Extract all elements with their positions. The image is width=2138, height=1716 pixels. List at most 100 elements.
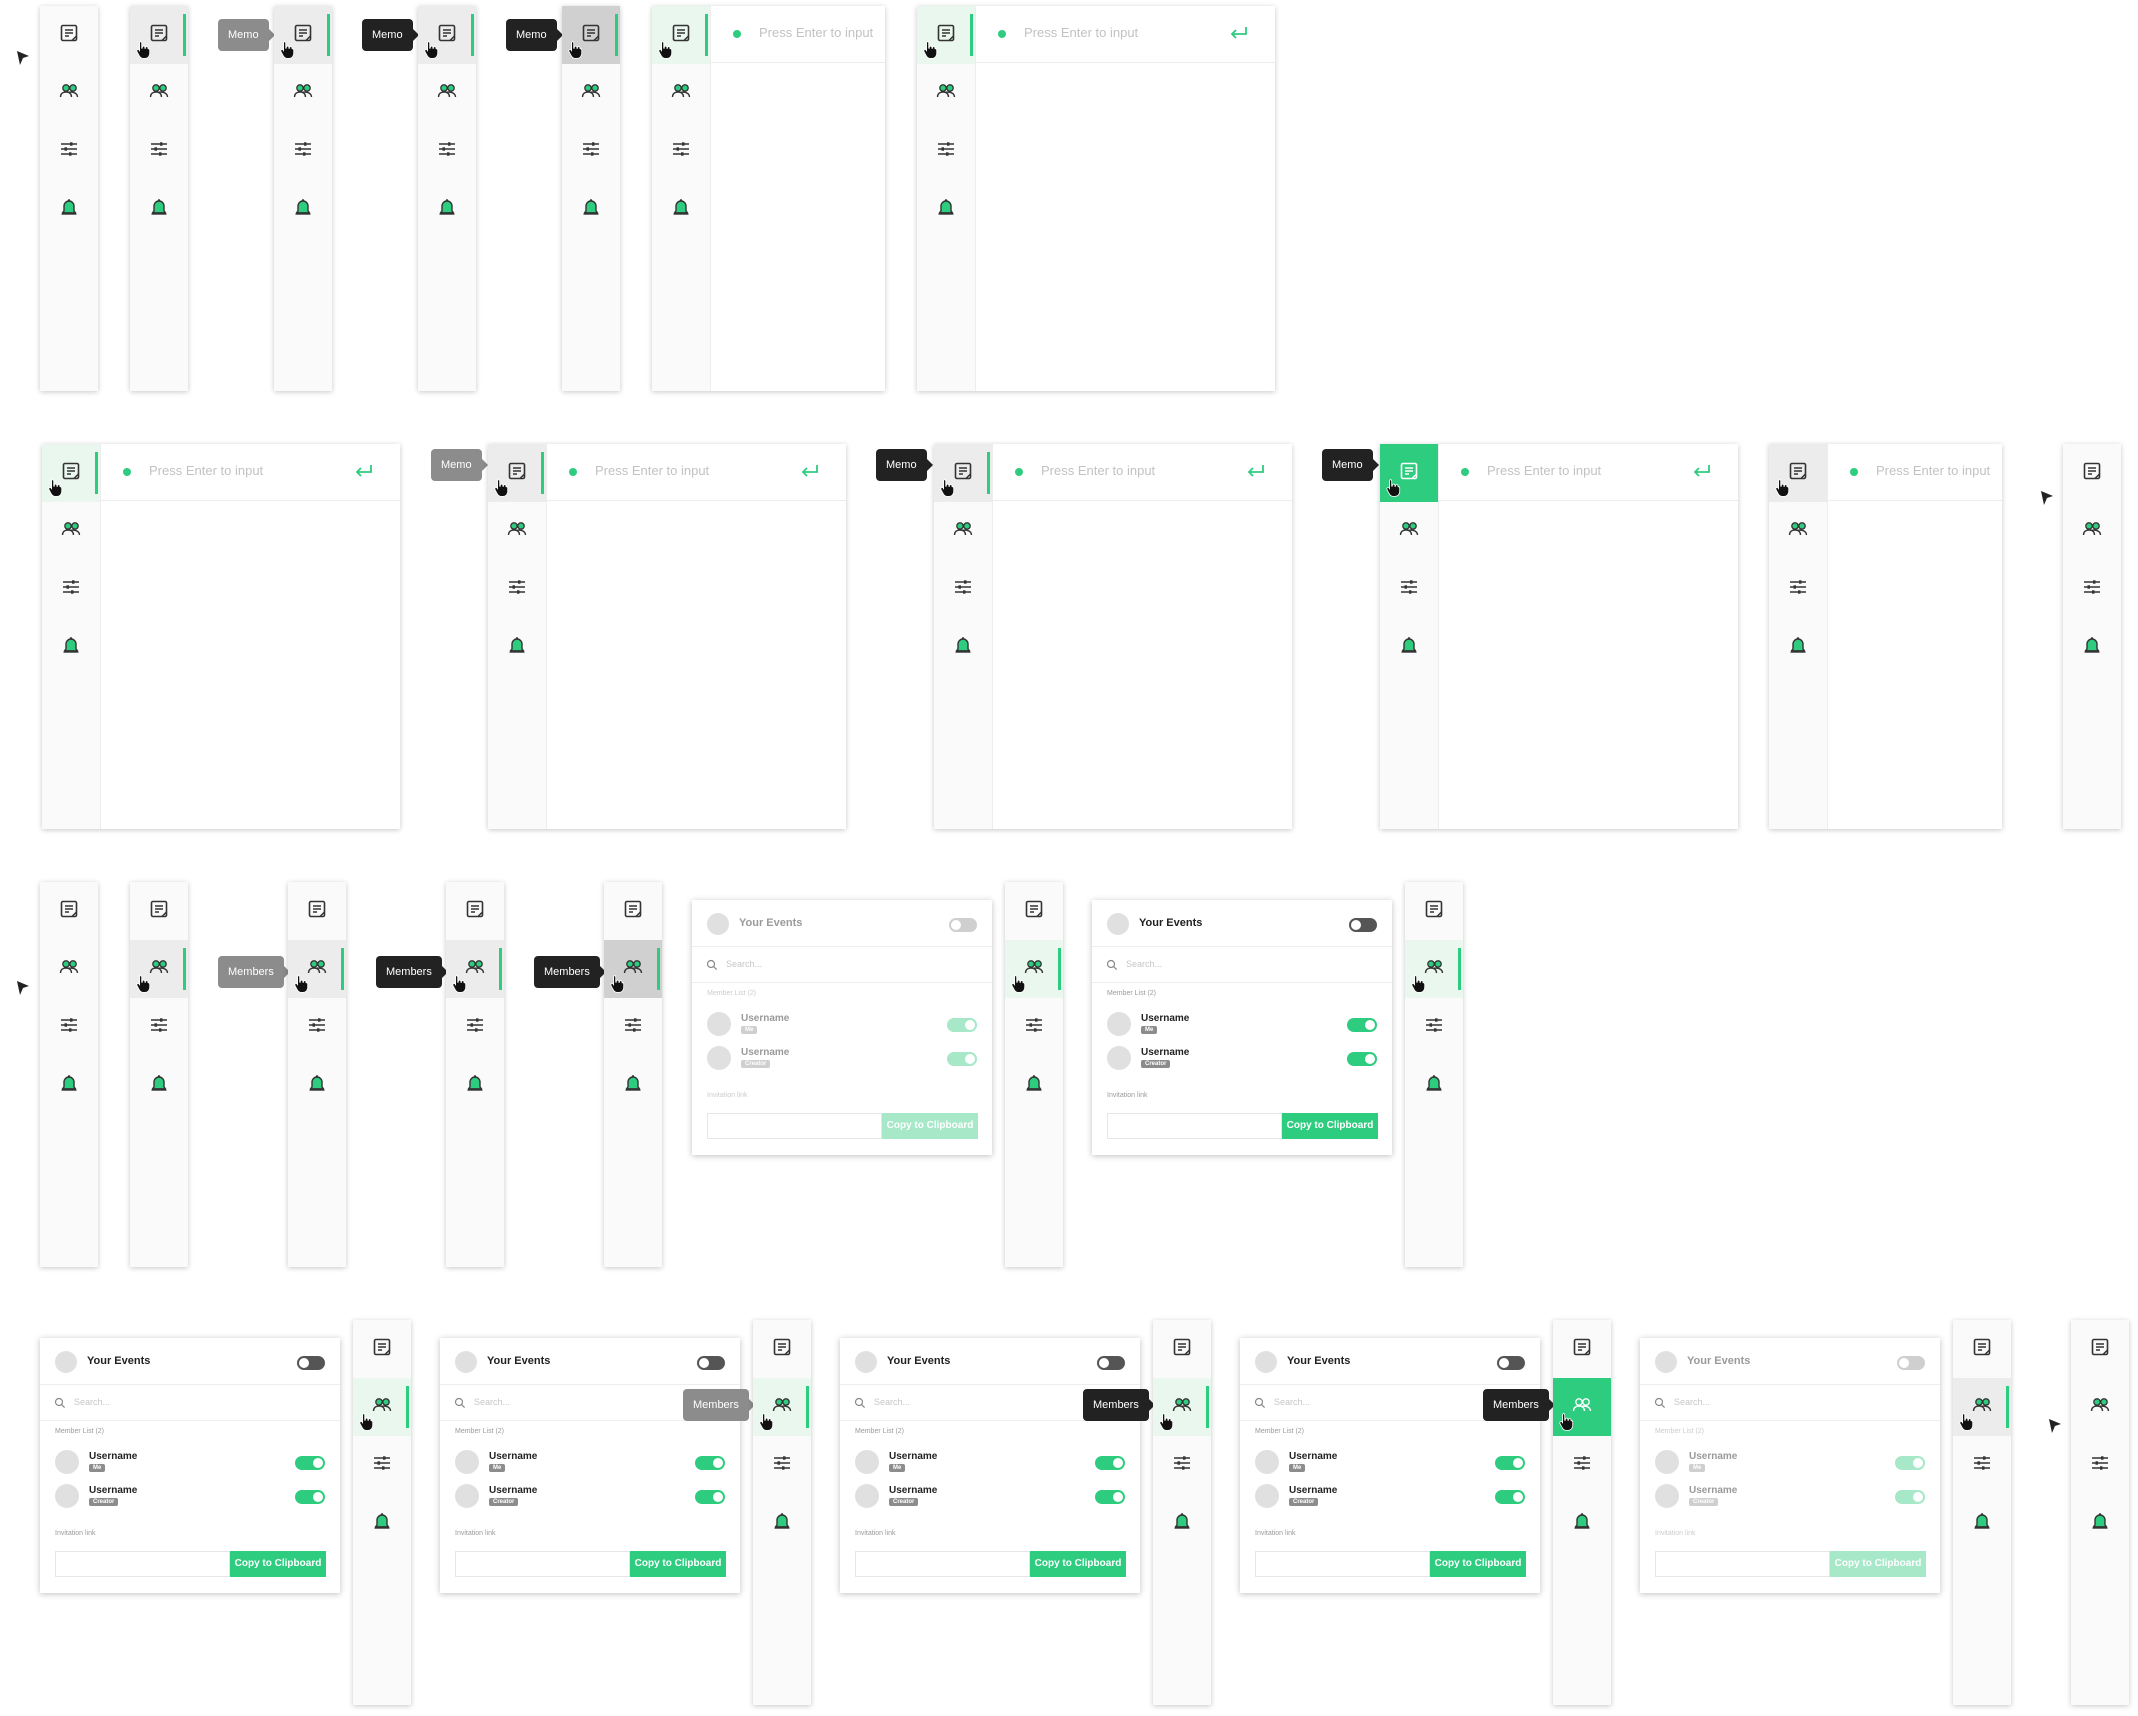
settings-button[interactable] xyxy=(934,560,992,618)
invitation-link-field[interactable] xyxy=(455,1551,630,1577)
memo-input-bar[interactable]: Press Enter to input xyxy=(1439,444,1738,501)
copy-to-clipboard-button[interactable]: Copy to Clipboard xyxy=(230,1551,326,1577)
notifications-button[interactable] xyxy=(418,180,476,238)
memo-button[interactable] xyxy=(2063,444,2121,502)
memo-input-bar[interactable]: Press Enter to input xyxy=(1828,444,2002,501)
members-button[interactable] xyxy=(130,64,188,122)
memo-button[interactable] xyxy=(40,6,98,64)
member-toggle[interactable] xyxy=(295,1490,325,1504)
events-toggle[interactable] xyxy=(1897,1356,1925,1370)
invitation-link-field[interactable] xyxy=(707,1113,882,1139)
notifications-button[interactable] xyxy=(488,618,546,676)
notifications-button[interactable] xyxy=(2063,618,2121,676)
settings-button[interactable] xyxy=(488,560,546,618)
member-toggle[interactable] xyxy=(695,1456,725,1470)
member-toggle[interactable] xyxy=(947,1052,977,1066)
settings-button[interactable] xyxy=(353,1436,411,1494)
memo-button[interactable] xyxy=(40,882,98,940)
memo-button[interactable] xyxy=(446,882,504,940)
notifications-button[interactable] xyxy=(652,180,710,238)
copy-to-clipboard-button[interactable]: Copy to Clipboard xyxy=(630,1551,726,1577)
members-button[interactable] xyxy=(2071,1378,2129,1436)
events-toggle[interactable] xyxy=(949,918,977,932)
settings-button[interactable] xyxy=(40,998,98,1056)
memo-input-bar[interactable]: Press Enter to input xyxy=(976,6,1275,63)
invitation-link-field[interactable] xyxy=(1255,1551,1430,1577)
member-toggle[interactable] xyxy=(1895,1456,1925,1470)
settings-button[interactable] xyxy=(917,122,975,180)
settings-button[interactable] xyxy=(604,998,662,1056)
member-toggle[interactable] xyxy=(1495,1490,1525,1504)
notifications-button[interactable] xyxy=(274,180,332,238)
member-toggle[interactable] xyxy=(695,1490,725,1504)
notifications-button[interactable] xyxy=(288,1056,346,1114)
settings-button[interactable] xyxy=(130,998,188,1056)
settings-button[interactable] xyxy=(274,122,332,180)
search-input[interactable]: Search... xyxy=(74,1397,110,1407)
search-input[interactable]: Search... xyxy=(474,1397,510,1407)
members-button[interactable] xyxy=(40,64,98,122)
events-toggle[interactable] xyxy=(1349,918,1377,932)
memo-input-bar[interactable]: Press Enter to input xyxy=(711,6,885,63)
settings-button[interactable] xyxy=(1769,560,1827,618)
settings-button[interactable] xyxy=(1380,560,1438,618)
members-button[interactable] xyxy=(934,502,992,560)
events-toggle[interactable] xyxy=(1097,1356,1125,1370)
enter-return-icon[interactable] xyxy=(1227,24,1249,44)
search-input[interactable]: Search... xyxy=(726,959,762,969)
notifications-button[interactable] xyxy=(40,1056,98,1114)
member-toggle[interactable] xyxy=(295,1456,325,1470)
notifications-button[interactable] xyxy=(42,618,100,676)
events-toggle[interactable] xyxy=(1497,1356,1525,1370)
member-toggle[interactable] xyxy=(1495,1456,1525,1470)
settings-button[interactable] xyxy=(130,122,188,180)
settings-button[interactable] xyxy=(1553,1436,1611,1494)
settings-button[interactable] xyxy=(418,122,476,180)
notifications-button[interactable] xyxy=(562,180,620,238)
enter-return-icon[interactable] xyxy=(798,462,820,482)
members-button[interactable] xyxy=(40,940,98,998)
settings-button[interactable] xyxy=(1405,998,1463,1056)
memo-button[interactable] xyxy=(1005,882,1063,940)
notifications-button[interactable] xyxy=(446,1056,504,1114)
memo-button[interactable] xyxy=(1553,1320,1611,1378)
member-toggle[interactable] xyxy=(1347,1018,1377,1032)
memo-button[interactable] xyxy=(753,1320,811,1378)
members-button[interactable] xyxy=(42,502,100,560)
member-toggle[interactable] xyxy=(947,1018,977,1032)
settings-button[interactable] xyxy=(562,122,620,180)
settings-button[interactable] xyxy=(2063,560,2121,618)
invitation-link-field[interactable] xyxy=(1655,1551,1830,1577)
member-toggle[interactable] xyxy=(1095,1456,1125,1470)
enter-return-icon[interactable] xyxy=(352,462,374,482)
settings-button[interactable] xyxy=(1953,1436,2011,1494)
search-input[interactable]: Search... xyxy=(874,1397,910,1407)
notifications-button[interactable] xyxy=(1405,1056,1463,1114)
memo-button[interactable] xyxy=(2071,1320,2129,1378)
copy-to-clipboard-button[interactable]: Copy to Clipboard xyxy=(882,1113,978,1139)
events-toggle[interactable] xyxy=(697,1356,725,1370)
search-input[interactable]: Search... xyxy=(1274,1397,1310,1407)
notifications-button[interactable] xyxy=(130,180,188,238)
memo-button[interactable] xyxy=(1405,882,1463,940)
invitation-link-field[interactable] xyxy=(855,1551,1030,1577)
notifications-button[interactable] xyxy=(1005,1056,1063,1114)
notifications-button[interactable] xyxy=(353,1494,411,1552)
members-button[interactable] xyxy=(2063,502,2121,560)
memo-input-bar[interactable]: Press Enter to input xyxy=(993,444,1292,501)
memo-input-bar[interactable]: Press Enter to input xyxy=(101,444,400,501)
settings-button[interactable] xyxy=(40,122,98,180)
memo-button[interactable] xyxy=(604,882,662,940)
enter-return-icon[interactable] xyxy=(1690,462,1712,482)
member-toggle[interactable] xyxy=(1895,1490,1925,1504)
copy-to-clipboard-button[interactable]: Copy to Clipboard xyxy=(1430,1551,1526,1577)
settings-button[interactable] xyxy=(652,122,710,180)
settings-button[interactable] xyxy=(1153,1436,1211,1494)
settings-button[interactable] xyxy=(2071,1436,2129,1494)
events-toggle[interactable] xyxy=(297,1356,325,1370)
members-button[interactable] xyxy=(562,64,620,122)
enter-return-icon[interactable] xyxy=(1244,462,1266,482)
notifications-button[interactable] xyxy=(1380,618,1438,676)
invitation-link-field[interactable] xyxy=(1107,1113,1282,1139)
members-button[interactable] xyxy=(917,64,975,122)
